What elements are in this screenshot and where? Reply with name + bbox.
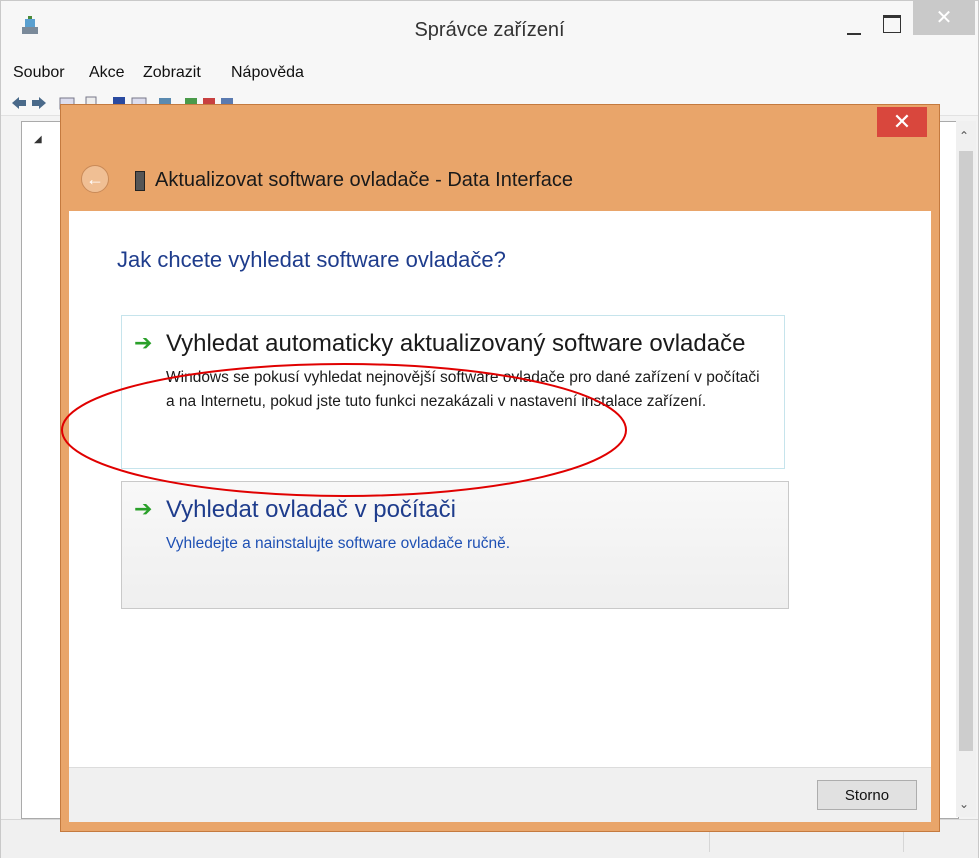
expand-icon[interactable]: ◢ — [34, 134, 42, 145]
dialog-footer: Storno — [69, 767, 931, 822]
option-title: Vyhledat ovladač v počítači — [166, 496, 456, 523]
device-icon — [135, 171, 145, 191]
menu-bar: Soubor Akce Zobrazit Nápověda — [1, 57, 978, 89]
browse-computer-option[interactable]: ➔ Vyhledat ovladač v počítači Vyhledejte… — [121, 481, 789, 609]
back-arrow-icon[interactable] — [11, 96, 27, 110]
scroll-down-icon[interactable]: ⌄ — [959, 797, 969, 811]
question-heading: Jak chcete vyhledat software ovladače? — [117, 247, 506, 272]
green-arrow-icon: ➔ — [134, 330, 153, 355]
scroll-up-icon[interactable]: ⌃ — [959, 129, 969, 143]
menu-item-akce[interactable]: Akce — [89, 64, 125, 82]
green-arrow-icon: ➔ — [134, 496, 153, 521]
window-title: Správce zařízení — [414, 19, 565, 41]
scroll-thumb[interactable] — [959, 151, 973, 751]
forward-arrow-icon[interactable] — [31, 96, 47, 110]
close-window-button[interactable]: ✕ — [913, 1, 975, 35]
red-highlight-ellipse — [61, 363, 627, 497]
menu-item-napoveda[interactable]: Nápověda — [231, 64, 304, 82]
cancel-button[interactable]: Storno — [817, 780, 917, 810]
maximize-button[interactable] — [877, 11, 907, 37]
vertical-scrollbar[interactable]: ⌃ ⌄ — [956, 121, 976, 817]
dialog-close-button[interactable]: ✕ — [877, 107, 927, 137]
dialog-header: ← Aktualizovat software ovladače - Data … — [69, 153, 931, 205]
minimize-button[interactable] — [839, 11, 869, 37]
menu-item-soubor[interactable]: Soubor — [13, 64, 65, 82]
dialog-title: Aktualizovat software ovladače - Data In… — [155, 169, 573, 191]
option-description: Vyhledejte a nainstalujte software ovlad… — [166, 535, 511, 552]
menu-item-zobrazit[interactable]: Zobrazit — [143, 64, 201, 82]
back-button[interactable]: ← — [81, 165, 109, 193]
option-title: Vyhledat automaticky aktualizovaný softw… — [166, 330, 746, 357]
main-titlebar: Správce zařízení ✕ — [1, 1, 978, 57]
